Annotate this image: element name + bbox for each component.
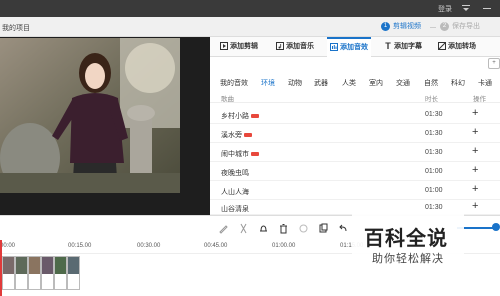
watermark-logo: 百科全说 助你轻松解决 (352, 214, 464, 276)
cut-icon[interactable] (238, 223, 249, 234)
preview-frame-image (0, 38, 180, 193)
sound-categories: 我的音效 环境 动物 武器 人类 室内 交通 自然 科幻 卡通 (210, 75, 500, 89)
pencil-icon[interactable] (218, 223, 229, 234)
add-sound-button[interactable]: + (472, 184, 478, 195)
add-sound-button[interactable]: + (472, 146, 478, 157)
rotate-icon[interactable] (298, 223, 309, 234)
step-save-export[interactable]: 2 保存导出 (440, 21, 480, 33)
add-sound-button[interactable]: + (472, 108, 478, 119)
music-icon (276, 42, 284, 51)
watermark-subtitle: 助你轻松解决 (372, 253, 444, 265)
clip-thumbnail[interactable] (54, 256, 67, 290)
category-traffic[interactable]: 交通 (396, 78, 410, 88)
clip-thumbnail[interactable] (2, 256, 15, 290)
tab-add-transition[interactable]: 添加转场 (438, 37, 476, 57)
step-edit-video[interactable]: 1 剪辑视频 (381, 21, 421, 33)
clip-thumbnail[interactable] (28, 256, 41, 290)
category-indoor[interactable]: 室内 (369, 78, 383, 88)
zoom-slider-handle[interactable] (492, 223, 500, 231)
video-preview (0, 37, 210, 215)
ruler-tick: 00:30.00 (137, 243, 161, 249)
feature-tabs: 添加剪辑 添加音乐 添加音效 T 添加字幕 添加转场 (210, 37, 500, 57)
category-human[interactable]: 人类 (342, 78, 356, 88)
title-bar: 登录 (0, 0, 500, 17)
list-item[interactable]: 人山人海 01:00 + (210, 181, 500, 200)
delete-icon[interactable] (278, 223, 289, 234)
minimize-icon[interactable] (482, 3, 492, 13)
hot-badge (244, 133, 252, 138)
project-bar: 我的项目 1 剪辑视频 2 保存导出 (0, 17, 500, 37)
tab-add-music[interactable]: 添加音乐 (276, 37, 314, 57)
login-link[interactable]: 登录 (438, 4, 452, 14)
category-environment[interactable]: 环境 (261, 78, 275, 88)
add-sound-button[interactable]: + (472, 165, 478, 176)
list-item[interactable]: 乡村小路 01:30 + (210, 105, 500, 124)
clip-icon (220, 42, 228, 51)
transition-icon (438, 42, 446, 51)
watermark-title: 百科全说 (364, 228, 448, 250)
column-duration: 时长 (425, 96, 438, 103)
ruler-tick: 00:00 (0, 243, 16, 249)
category-scifi[interactable]: 科幻 (451, 78, 465, 88)
undo-icon[interactable] (338, 223, 349, 234)
project-title[interactable]: 我的项目 (2, 23, 30, 33)
column-name: 歌曲 (221, 96, 234, 103)
add-sound-button[interactable]: + (472, 201, 478, 212)
dropdown-icon[interactable] (461, 3, 471, 13)
sound-effect-icon (330, 43, 338, 52)
text-icon: T (385, 41, 391, 52)
category-nature[interactable]: 自然 (424, 78, 438, 88)
list-item[interactable]: 溪水旁 01:30 + (210, 124, 500, 143)
sound-list-header: 歌曲 时长 操作 (210, 91, 500, 103)
hot-badge (251, 114, 259, 119)
tab-add-subtitle[interactable]: T 添加字幕 (384, 37, 422, 57)
bell-icon[interactable] (258, 223, 269, 234)
tab-add-sound-effect[interactable]: 添加音效 (327, 37, 371, 57)
tab-add-clip[interactable]: 添加剪辑 (220, 37, 258, 57)
category-cartoon[interactable]: 卡通 (478, 78, 492, 88)
list-item[interactable]: 闹中城市 01:30 + (210, 143, 500, 162)
ruler-tick: 00:15.00 (68, 243, 92, 249)
column-action: 操作 (473, 96, 486, 103)
list-item[interactable]: 山谷清泉 01:30 + (210, 200, 500, 215)
ruler-tick: 01:00.00 (272, 243, 296, 249)
folder-add-icon[interactable]: + (488, 58, 500, 69)
clip-thumbnail[interactable] (67, 256, 80, 290)
add-sound-button[interactable]: + (472, 127, 478, 138)
category-my-effects[interactable]: 我的音效 (220, 78, 248, 88)
step-divider (430, 27, 436, 28)
clip-thumbnail[interactable] (41, 256, 54, 290)
ruler-tick: 00:45.00 (204, 243, 228, 249)
list-item[interactable]: 夜晚虫鸣 01:00 + (210, 162, 500, 181)
copy-icon[interactable] (318, 223, 329, 234)
clip-thumbnail[interactable] (15, 256, 28, 290)
category-weapon[interactable]: 武器 (314, 78, 328, 88)
category-animal[interactable]: 动物 (288, 78, 302, 88)
hot-badge (251, 152, 259, 157)
playhead[interactable] (0, 240, 2, 296)
